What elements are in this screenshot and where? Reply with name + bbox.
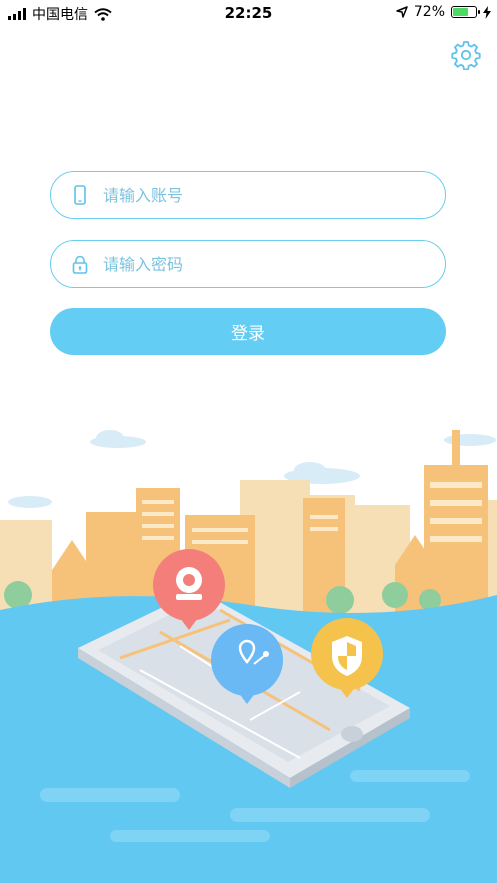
battery-percent: 72% (413, 4, 445, 20)
login-button[interactable]: 登录 (50, 308, 446, 355)
password-input[interactable] (101, 253, 445, 275)
account-input[interactable] (101, 184, 445, 206)
password-field[interactable] (50, 240, 446, 288)
gear-icon (451, 41, 481, 71)
account-field[interactable] (50, 171, 446, 219)
settings-button[interactable] (451, 40, 481, 71)
battery-icon (451, 6, 480, 18)
city-map-illustration (0, 430, 497, 883)
status-bar: 中国电信 22:25 72% (0, 0, 497, 26)
battery-level (453, 8, 469, 16)
phone-icon (71, 185, 89, 205)
location-arrow-icon (396, 6, 408, 18)
lock-icon (71, 254, 89, 274)
status-right: 72% (396, 4, 491, 20)
charging-icon (483, 5, 491, 19)
